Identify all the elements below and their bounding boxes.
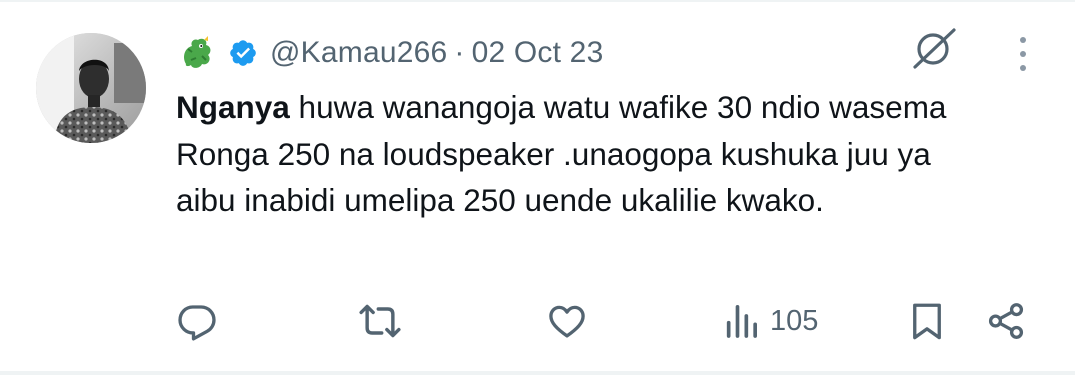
author-handle[interactable]: @Kamau266 <box>270 36 447 70</box>
heart-icon <box>549 305 585 338</box>
mention-link[interactable]: Nganya <box>176 89 290 125</box>
like-button[interactable] <box>546 296 588 346</box>
dragon-emoji-icon <box>184 36 211 68</box>
bottom-divider <box>0 371 1075 375</box>
bookmark-icon <box>913 303 941 340</box>
views-button[interactable]: 105 <box>722 296 818 346</box>
top-divider <box>0 0 1075 2</box>
verified-badge-icon[interactable] <box>228 38 258 68</box>
views-bar-chart-icon <box>726 305 757 338</box>
retweet-icon <box>359 304 401 338</box>
views-count: 105 <box>770 304 819 337</box>
grok-icon[interactable] <box>910 24 958 72</box>
more-options-icon[interactable] <box>1014 34 1032 74</box>
retweet-button[interactable] <box>356 296 404 346</box>
reply-icon <box>178 305 216 341</box>
avatar[interactable] <box>36 33 146 143</box>
reply-button[interactable] <box>176 296 218 346</box>
separator-dot: · <box>454 36 465 69</box>
bookmark-button[interactable] <box>906 296 948 346</box>
tweet-date[interactable]: 02 Oct 23 <box>472 36 604 70</box>
tweet-body: huwa wanangoja watu wafike 30 ndio wasem… <box>176 89 947 218</box>
share-icon <box>988 303 1024 339</box>
tweet-text: Nganya huwa wanangoja watu wafike 30 ndi… <box>176 84 976 224</box>
tweet-header: @Kamau266 · 02 Oct 23 <box>178 30 603 76</box>
share-button[interactable] <box>985 296 1027 346</box>
action-bar: 105 <box>0 296 1075 346</box>
